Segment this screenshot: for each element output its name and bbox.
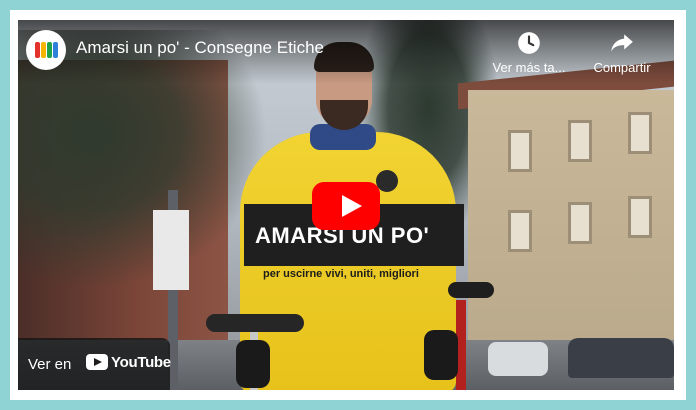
- youtube-wordmark: YouTube: [111, 354, 171, 371]
- thumbnail-bike-saddle: [206, 314, 304, 332]
- youtube-player[interactable]: AMARSI UN PO' per uscirne vivi, uniti, m…: [18, 20, 674, 390]
- thumbnail-sign: [153, 210, 189, 290]
- thumbnail-window: [568, 202, 592, 244]
- thumbnail-window: [508, 130, 532, 172]
- thumbnail-badge: [376, 170, 398, 192]
- thumbnail-window: [568, 120, 592, 162]
- thumbnail-glove: [236, 340, 270, 388]
- watch-later-label: Ver más ta...: [492, 60, 566, 75]
- thumbnail-car: [488, 342, 548, 376]
- avatar-stripe: [35, 42, 40, 58]
- share-label: Compartir: [593, 60, 651, 75]
- channel-avatar-icon[interactable]: [26, 30, 66, 70]
- watch-on-youtube-button[interactable]: Ver en YouTube: [18, 338, 171, 390]
- watch-later-button[interactable]: Ver más ta...: [484, 28, 574, 88]
- video-title[interactable]: Amarsi un po' - Consegne Etiche: [76, 38, 346, 62]
- avatar-stripe: [53, 42, 58, 58]
- play-icon[interactable]: [342, 195, 362, 217]
- thumbnail-car: [568, 338, 674, 378]
- avatar-stripe: [41, 42, 46, 58]
- thumbnail-window: [628, 196, 652, 238]
- share-arrow-icon: [611, 34, 633, 52]
- clock-icon: [518, 32, 540, 54]
- thumbnail-window: [628, 112, 652, 154]
- youtube-play-glyph: [94, 358, 102, 366]
- watch-on-label: Ver en: [28, 356, 72, 373]
- thumbnail-window: [508, 210, 532, 252]
- avatar-stripe: [47, 42, 52, 58]
- share-button[interactable]: Compartir: [584, 28, 660, 88]
- thumbnail-glove: [424, 330, 458, 380]
- overlay-subtitle: per uscirne vivi, uniti, migliori: [263, 268, 419, 280]
